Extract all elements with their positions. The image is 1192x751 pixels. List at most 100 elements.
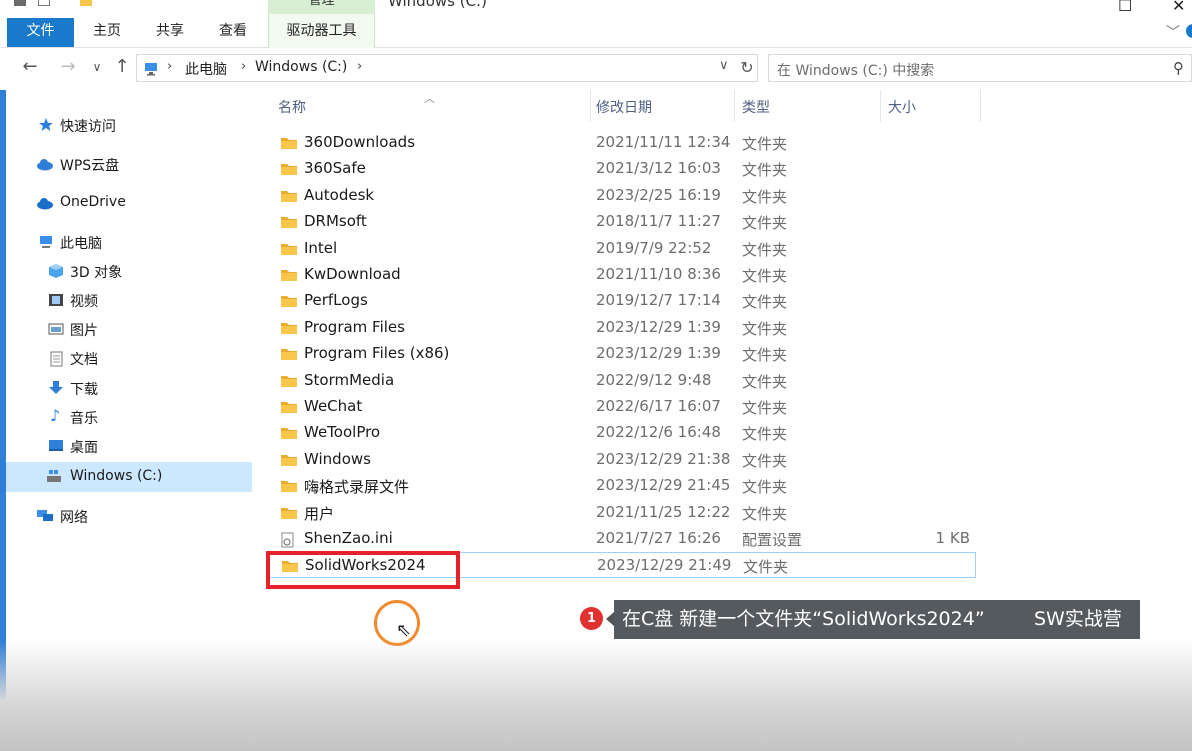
tab-drive-tools[interactable]: 驱动器工具	[268, 14, 375, 48]
up-icon[interactable]: ↑	[110, 56, 134, 77]
file-row[interactable]: Windows 2023/12/29 21:38 文件夹	[268, 447, 976, 473]
file-type: 文件夹	[742, 451, 788, 470]
file-name: 用户	[304, 504, 335, 523]
folder-icon	[280, 347, 298, 361]
file-row[interactable]: Program Files 2023/12/29 1:39 文件夹	[268, 315, 976, 341]
folder-icon	[280, 294, 298, 308]
file-date: 2022/12/6 16:48	[596, 423, 721, 442]
column-divider[interactable]	[590, 90, 591, 122]
column-divider[interactable]	[980, 90, 981, 122]
breadcrumb-separator[interactable]: ›	[357, 59, 362, 74]
column-header-size[interactable]: 大小	[888, 97, 916, 117]
folder-icon	[280, 189, 298, 203]
settings-file-icon	[280, 532, 298, 548]
column-divider[interactable]	[880, 90, 881, 122]
file-row[interactable]: DRMsoft 2018/11/7 11:27 文件夹	[268, 209, 976, 235]
recent-locations-icon[interactable]: ∨	[85, 60, 109, 74]
column-header-type[interactable]: 类型	[742, 97, 770, 117]
close-icon[interactable]: ✕	[1172, 0, 1185, 15]
quick-access-properties-icon[interactable]	[38, 0, 50, 6]
file-row[interactable]: 嗨格式录屏文件 2023/12/29 21:45 文件夹	[268, 473, 976, 499]
maximize-icon[interactable]: ☐	[1118, 0, 1132, 15]
column-divider[interactable]	[734, 90, 735, 122]
file-row[interactable]: WeChat 2022/6/17 16:07 文件夹	[268, 394, 976, 420]
file-date: 2023/2/25 16:19	[596, 185, 721, 204]
tab-view[interactable]: 查看	[204, 18, 262, 47]
title-bar: 管理 Windows (C:) ☐ ✕	[0, 0, 1192, 15]
nav-item-3d-objects[interactable]: 3D 对象	[6, 257, 252, 286]
ribbon-expand-icon[interactable]: ﹀	[1166, 22, 1180, 42]
file-type: 文件夹	[742, 346, 788, 365]
nav-item-label: 视频	[70, 294, 98, 310]
back-icon[interactable]: ←	[18, 56, 42, 77]
quick-access-new-folder-icon[interactable]	[80, 0, 92, 6]
nav-item-onedrive[interactable]: OneDrive	[6, 189, 252, 218]
file-date: 2023/12/29 21:45	[596, 476, 731, 495]
file-type: 文件夹	[742, 399, 788, 417]
file-type: 文件夹	[742, 214, 788, 233]
address-bar[interactable]: › 此电脑 › Windows (C:) › ∨	[136, 54, 758, 82]
folder-icon	[280, 215, 298, 229]
breadcrumb-this-pc[interactable]: 此电脑	[185, 59, 227, 79]
file-type: 文件夹	[742, 161, 788, 180]
column-header-date[interactable]: 修改日期	[596, 97, 652, 117]
file-date: 2021/11/25 12:22	[596, 502, 731, 521]
file-date: 2022/9/12 9:48	[596, 370, 712, 389]
nav-item-pictures[interactable]: 图片	[6, 315, 252, 344]
file-row[interactable]: Autodesk 2023/2/25 16:19 文件夹	[268, 183, 976, 209]
forward-icon[interactable]: →	[56, 56, 80, 77]
refresh-icon[interactable]: ↻	[736, 54, 758, 82]
folder-icon	[280, 162, 298, 176]
breadcrumb-drive[interactable]: Windows (C:)	[255, 59, 347, 75]
search-input[interactable]: 在 Windows (C:) 中搜索 ⚲	[768, 54, 1192, 82]
file-row[interactable]: 360Downloads 2021/11/11 12:34 文件夹	[268, 130, 976, 156]
folder-icon	[280, 479, 298, 493]
nav-item-wps-cloud[interactable]: WPS云盘	[6, 150, 252, 179]
breadcrumb-separator[interactable]: ›	[241, 59, 246, 74]
file-row[interactable]: 用户 2021/11/25 12:22 文件夹	[268, 500, 976, 526]
file-date: 2019/12/7 17:14	[596, 291, 721, 310]
help-icon[interactable]	[1186, 24, 1192, 38]
file-row[interactable]: 360Safe 2021/3/12 16:03 文件夹	[268, 156, 976, 182]
file-name: PerfLogs	[304, 291, 368, 310]
nav-item-documents[interactable]: 文档	[6, 344, 252, 373]
tab-file[interactable]: 文件	[7, 18, 74, 47]
tab-share[interactable]: 共享	[141, 18, 199, 47]
nav-item-label: 此电脑	[60, 236, 102, 252]
tab-home[interactable]: 主页	[78, 18, 136, 47]
cube-icon	[48, 264, 64, 278]
file-date: 2018/11/7 11:27	[596, 212, 721, 231]
file-date: 2023/12/29 1:39	[596, 317, 721, 336]
file-row[interactable]: KwDownload 2021/11/10 8:36 文件夹	[268, 262, 976, 288]
column-header-name[interactable]: 名称	[278, 97, 306, 117]
nav-item-desktop[interactable]: 桌面	[6, 432, 252, 461]
nav-item-label: 图片	[70, 323, 98, 339]
address-dropdown-icon[interactable]: ∨	[719, 58, 729, 73]
desktop-icon	[48, 439, 64, 453]
file-date: 2021/7/27 16:26	[596, 529, 721, 547]
file-type: 文件夹	[742, 319, 788, 338]
nav-item-this-pc[interactable]: 此电脑	[6, 228, 252, 257]
nav-item-videos[interactable]: 视频	[6, 286, 252, 315]
file-row[interactable]: Intel 2019/7/9 22:52 文件夹	[268, 236, 976, 262]
file-row[interactable]: Program Files (x86) 2023/12/29 1:39 文件夹	[268, 341, 976, 367]
quick-access-save-icon[interactable]	[14, 0, 26, 6]
nav-item-windows-c[interactable]: Windows (C:)	[6, 462, 252, 492]
nav-item-network[interactable]: 网络	[6, 502, 252, 531]
file-row[interactable]: StormMedia 2022/9/12 9:48 文件夹	[268, 368, 976, 394]
nav-item-downloads[interactable]: 下载	[6, 374, 252, 403]
cloud-icon	[36, 196, 53, 210]
nav-item-quick-access[interactable]: 快速访问	[6, 111, 252, 140]
folder-icon	[280, 426, 298, 440]
nav-item-label: WPS云盘	[60, 158, 120, 174]
file-row[interactable]: WeToolPro 2022/12/6 16:48 文件夹	[268, 420, 976, 446]
file-row[interactable]: ShenZao.ini 2021/7/27 16:26 配置设置 1 KB	[268, 526, 976, 552]
file-name: DRMsoft	[304, 212, 367, 231]
file-type: 文件夹	[742, 267, 788, 285]
file-row[interactable]: PerfLogs 2019/12/7 17:14 文件夹	[268, 288, 976, 314]
folder-icon	[280, 453, 298, 467]
nav-item-label: Windows (C:)	[70, 468, 163, 484]
nav-item-music[interactable]: ♪ 音乐	[6, 403, 252, 432]
search-icon[interactable]: ⚲	[1173, 59, 1184, 77]
breadcrumb-separator[interactable]: ›	[167, 59, 172, 74]
